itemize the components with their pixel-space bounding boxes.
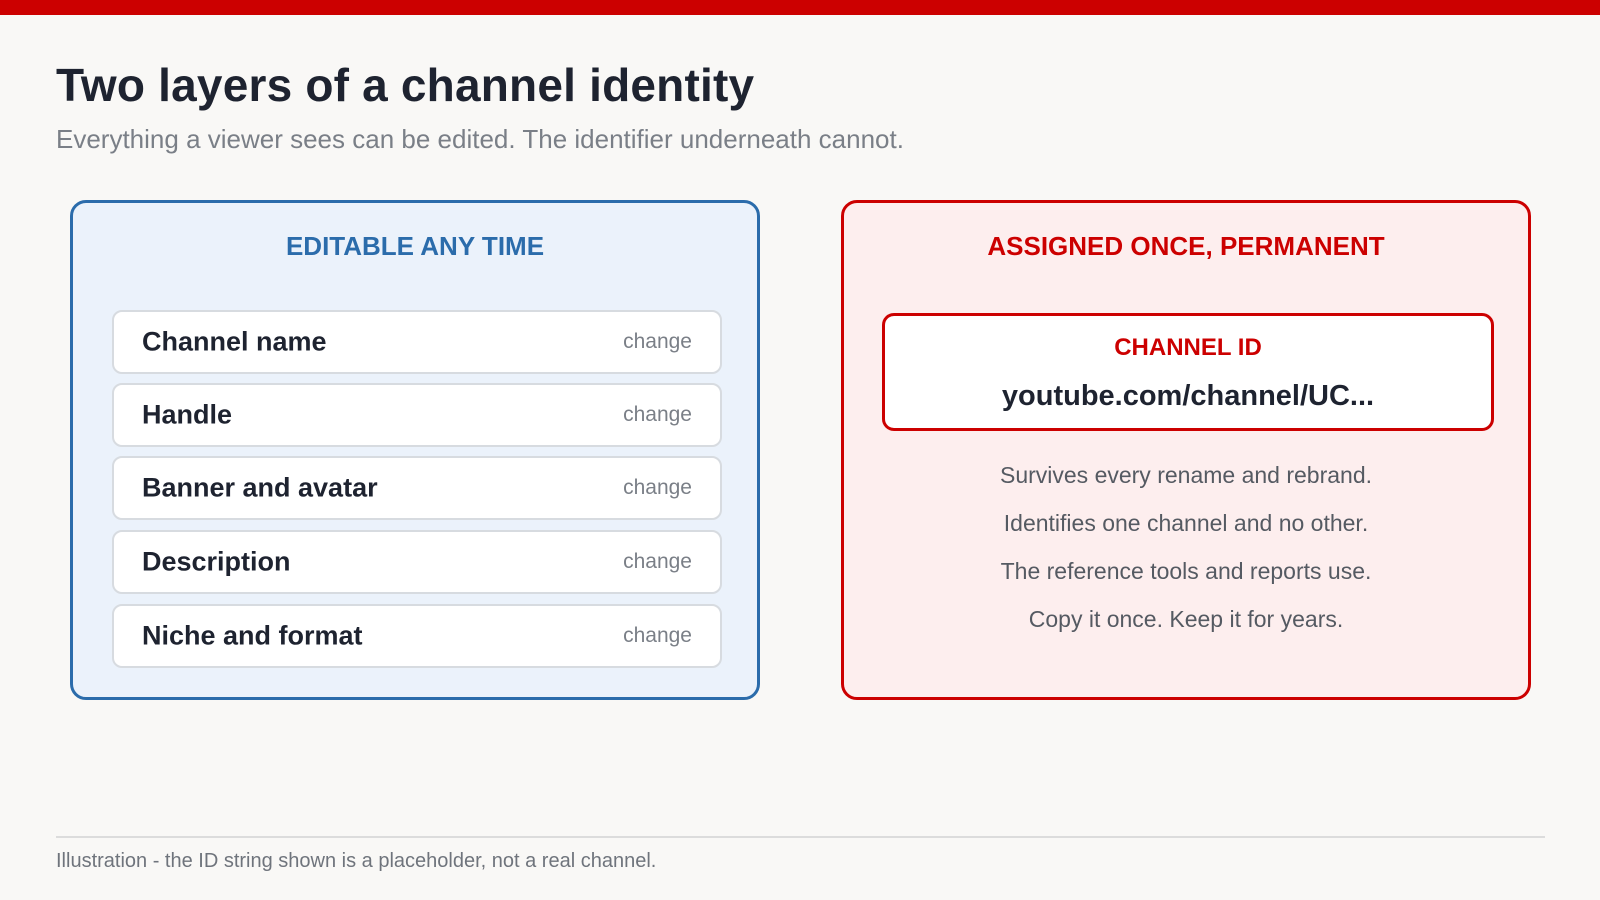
change-link[interactable]: change	[623, 403, 692, 427]
page-subtitle: Everything a viewer sees can be edited. …	[56, 124, 904, 154]
editable-item-label: Channel name	[142, 326, 327, 357]
change-link[interactable]: change	[623, 624, 692, 648]
editable-panel: EDITABLE ANY TIME Channel name change Ha…	[70, 200, 760, 700]
permanent-panel: ASSIGNED ONCE, PERMANENT CHANNEL ID yout…	[841, 200, 1531, 700]
editable-item-label: Description	[142, 546, 291, 577]
channel-id-label: CHANNEL ID	[1114, 334, 1262, 361]
channel-id-box: CHANNEL ID youtube.com/channel/UC...	[882, 313, 1494, 431]
permanent-facts-list: Survives every rename and rebrand. Ident…	[844, 461, 1528, 653]
editable-item-label: Niche and format	[142, 620, 363, 651]
fact-item: Survives every rename and rebrand.	[999, 462, 1373, 488]
top-accent-bar	[0, 0, 1600, 15]
page-title: Two layers of a channel identity	[56, 59, 755, 111]
editable-item-channel-name[interactable]: Channel name change	[112, 310, 722, 374]
footnote: Illustration - the ID string shown is a …	[56, 850, 657, 872]
footer-divider	[56, 836, 1545, 838]
fact-item: Copy it once. Keep it for years.	[1028, 606, 1344, 632]
change-link[interactable]: change	[623, 476, 692, 500]
editable-item-niche-format[interactable]: Niche and format change	[112, 604, 722, 668]
editable-panel-heading: EDITABLE ANY TIME	[285, 231, 545, 261]
editable-item-handle[interactable]: Handle change	[112, 383, 722, 447]
channel-id-value: youtube.com/channel/UC...	[1001, 380, 1375, 412]
change-link[interactable]: change	[623, 550, 692, 574]
change-link[interactable]: change	[623, 330, 692, 354]
editable-item-label: Banner and avatar	[142, 472, 378, 503]
editable-item-description[interactable]: Description change	[112, 530, 722, 594]
editable-item-label: Handle	[142, 399, 233, 430]
editable-item-banner-avatar[interactable]: Banner and avatar change	[112, 456, 722, 520]
fact-item: Identifies one channel and no other.	[1003, 510, 1369, 536]
permanent-panel-heading: ASSIGNED ONCE, PERMANENT	[987, 231, 1385, 261]
fact-item: The reference tools and reports use.	[1000, 558, 1372, 584]
